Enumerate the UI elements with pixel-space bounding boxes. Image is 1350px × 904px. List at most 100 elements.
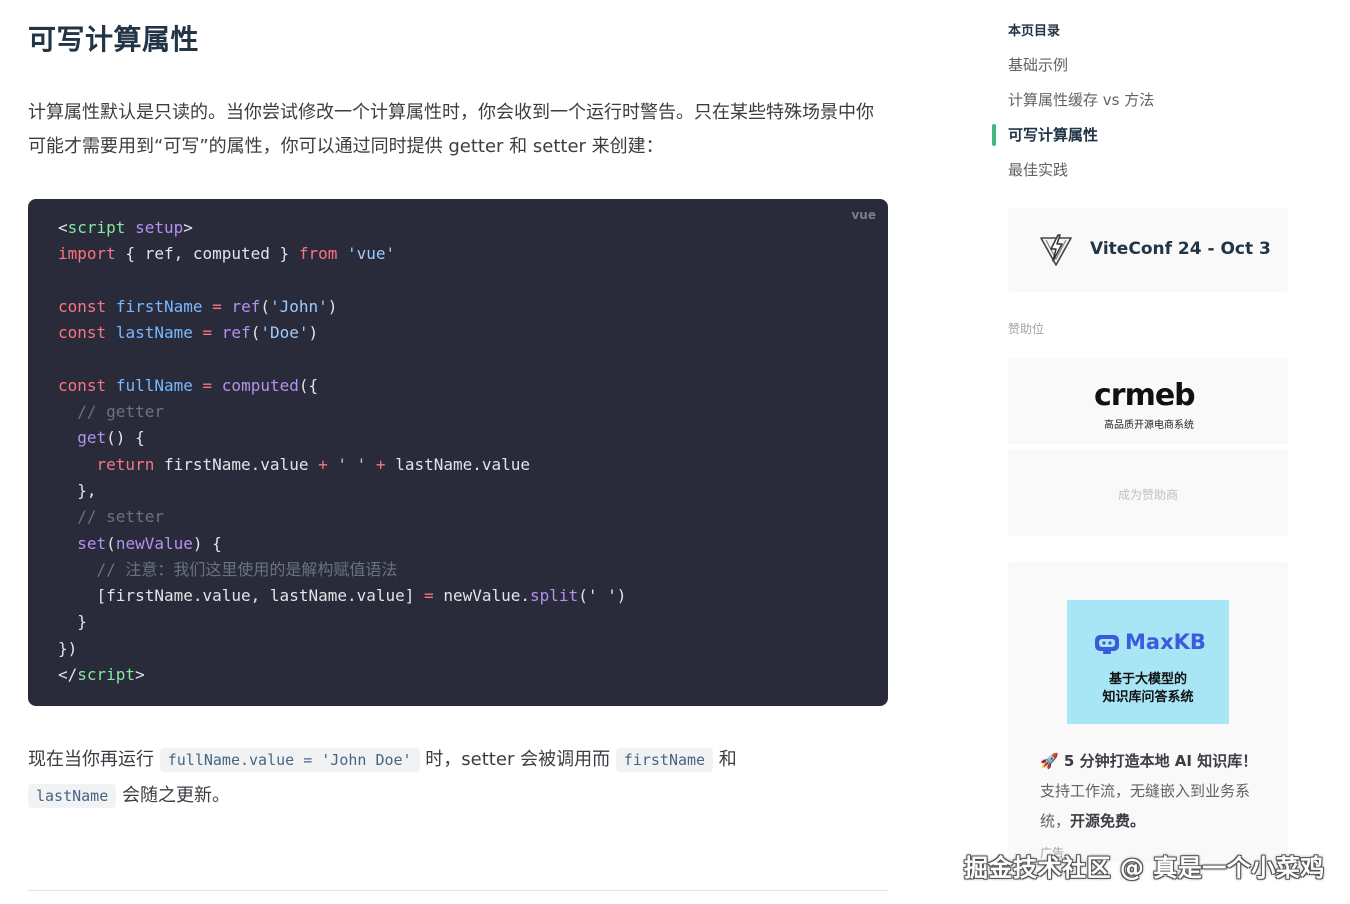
code-token: ) { xyxy=(192,533,222,553)
code-token: // setter xyxy=(58,507,164,527)
code-token: firstName xyxy=(115,296,203,316)
code-token: ref xyxy=(231,296,261,316)
page-title: 可写计算属性 xyxy=(28,23,200,56)
intro-paragraph: 计算属性默认是只读的。当你尝试修改一个计算属性时，你会收到一个运行时警告。只在某… xyxy=(28,102,874,157)
code-token: 'John' xyxy=(269,296,328,316)
code-token: newValue. xyxy=(433,586,531,606)
code-token: ' ' xyxy=(337,454,367,474)
become-sponsor-button[interactable]: 成为赞助商 xyxy=(1008,450,1288,536)
ad-description[interactable]: 🚀 5 分钟打造本地 AI 知识库！ 支持工作流，无缝嵌入到业务系统，开源免费。 xyxy=(1040,746,1270,836)
code-token: ref xyxy=(221,323,251,343)
code-token: from xyxy=(298,244,338,264)
toc-item-best-practices[interactable]: 最佳实践 xyxy=(1008,159,1068,180)
ad-open-source: 开源免费。 xyxy=(1070,812,1146,830)
code-token: > xyxy=(183,218,193,237)
code-token: + xyxy=(318,454,328,474)
maxkb-brand: MaxKB xyxy=(1125,630,1206,654)
ad-card: MaxKB 基于大模型的 知识库问答系统 🚀 5 分钟打造本地 AI 知识库！ … xyxy=(1008,562,1288,862)
code-token: newValue xyxy=(115,533,193,553)
become-sponsor-label: 成为赞助商 xyxy=(1117,488,1178,502)
code-token: script xyxy=(67,218,126,237)
code-line: return firstName.value + ' ' + lastName.… xyxy=(58,452,626,478)
code-line: } xyxy=(58,609,626,635)
code-line: const firstName = ref('John') xyxy=(58,294,626,320)
after-text-2: 时，setter 会被调用而 xyxy=(419,749,616,770)
content-divider xyxy=(28,890,888,891)
code-token: computed xyxy=(221,375,299,395)
code-line: }) xyxy=(58,636,626,662)
ad-image-maxkb[interactable]: MaxKB 基于大模型的 知识库问答系统 xyxy=(1067,600,1229,724)
code-token: > xyxy=(135,665,145,685)
code-token: lastName xyxy=(115,323,193,343)
maxkb-tagline-1: 基于大模型的 xyxy=(1108,672,1187,687)
code-token: ({ xyxy=(298,375,319,395)
juejin-watermark: 掘金技术社区 @ 真是一个小菜鸡 xyxy=(964,854,1325,882)
code-line: const fullName = computed({ xyxy=(58,373,626,399)
inline-code-fullname: fullName.value = 'John Doe' xyxy=(159,748,420,772)
sponsor-label: 赞助位 xyxy=(1008,322,1045,336)
rocket-icon: 🚀 xyxy=(1040,752,1059,770)
inline-code-lastname: lastName xyxy=(28,784,117,808)
sponsor-crmeb[interactable]: crmeb 高品质开源电商系统 xyxy=(1008,358,1288,444)
code-token: [firstName.value, lastName.value] xyxy=(58,586,425,606)
code-token: 'vue' xyxy=(347,244,396,264)
viteconf-banner[interactable]: ViteConf 24 - Oct 3 xyxy=(1008,208,1288,292)
code-token: return xyxy=(96,454,155,474)
code-line: <script setup> xyxy=(58,215,626,241)
code-token: }) xyxy=(58,638,78,658)
code-token: + xyxy=(375,454,386,474)
code-token: script xyxy=(77,665,136,685)
code-token: ) xyxy=(327,296,338,316)
inline-code-firstname: firstName xyxy=(615,748,714,772)
code-token: ) xyxy=(308,323,319,343)
code-token: ( xyxy=(106,533,116,553)
code-token: </ xyxy=(58,665,78,685)
code-token: split xyxy=(530,586,579,606)
code-token: set xyxy=(77,533,107,553)
ad-headline: 5 分钟打造本地 AI 知识库！ xyxy=(1058,752,1258,770)
toc-item-cache-vs-methods[interactable]: 计算属性缓存 vs 方法 xyxy=(1008,89,1154,110)
code-token: get xyxy=(77,428,107,448)
code-token: ( xyxy=(260,296,270,316)
code-content[interactable]: <script setup> import { ref, computed } f… xyxy=(58,215,626,688)
code-token: = xyxy=(202,375,213,395)
code-line: // setter xyxy=(58,504,626,530)
maxkb-robot-icon xyxy=(1095,635,1119,654)
code-token: // 注意：我们这里使用的是解构赋值语法 xyxy=(58,559,398,579)
code-token: firstName.value xyxy=(154,454,319,474)
after-paragraph: 现在当你再运行 fullName.value = 'John Doe' 时，se… xyxy=(28,742,888,814)
code-token: const xyxy=(58,375,107,395)
code-token: const xyxy=(58,323,107,343)
code-line: // getter xyxy=(58,399,626,425)
code-token: (' ') xyxy=(578,586,627,606)
toc-title: 本页目录 xyxy=(1008,24,1061,39)
code-token: { ref, computed } xyxy=(115,244,299,264)
maxkb-tagline-2: 知识库问答系统 xyxy=(1102,690,1194,705)
after-text-1: 现在当你再运行 xyxy=(28,749,160,770)
crmeb-subtitle: 高品质开源电商系统 xyxy=(1104,420,1194,431)
toc-item-basic-example[interactable]: 基础示例 xyxy=(1008,54,1068,75)
code-line: </script> xyxy=(58,662,626,688)
code-block[interactable]: vue <script setup> import { ref, computed… xyxy=(28,199,888,706)
code-token: 'Doe' xyxy=(260,323,309,343)
toc-item-writable-computed[interactable]: 可写计算属性 xyxy=(1008,124,1098,145)
code-token: } xyxy=(58,612,87,632)
after-text-4: 会随之更新。 xyxy=(116,785,230,806)
code-token: = xyxy=(212,296,222,316)
code-token: }, xyxy=(58,480,97,500)
code-line: set(newValue) { xyxy=(58,531,626,557)
code-lang-label: vue xyxy=(851,208,876,222)
toc-active-indicator xyxy=(992,124,996,146)
